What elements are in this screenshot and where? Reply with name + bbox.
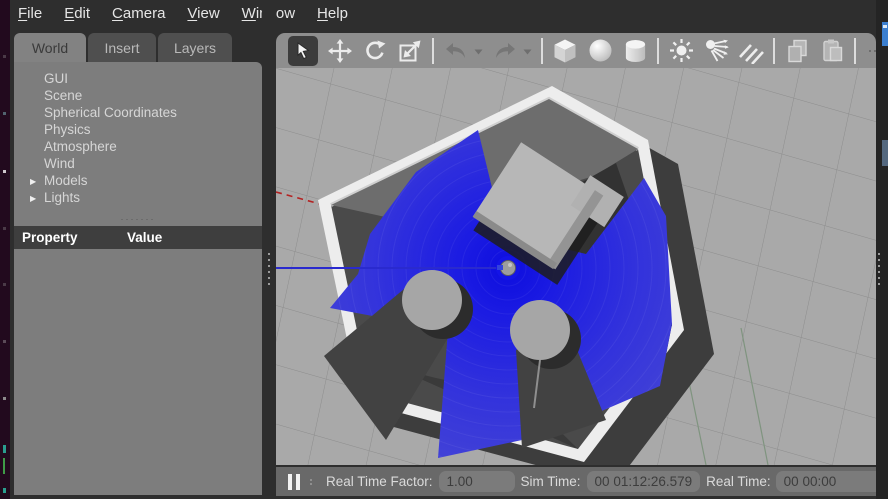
insert-directional-light-button[interactable] xyxy=(738,38,764,64)
right-splitter-grip-icon[interactable] xyxy=(878,253,880,285)
sim-time-value: 00 01:12:26.579 xyxy=(586,471,701,492)
render-canvas[interactable] xyxy=(276,68,876,465)
minimap-mark xyxy=(3,488,6,493)
cylinder-icon xyxy=(625,39,645,62)
column-property: Property xyxy=(22,230,78,245)
sim-time-label: Sim Time: xyxy=(520,474,581,489)
toolbar-separator xyxy=(773,37,775,64)
tree-item-atmosphere[interactable]: Atmosphere xyxy=(14,138,262,155)
right-window-edge xyxy=(876,0,888,499)
toolbar-separator xyxy=(657,37,659,64)
expand-arrow-icon[interactable]: ▶ xyxy=(30,173,36,190)
screen: File Edit Camera View Window Help World … xyxy=(0,0,888,499)
paste-icon xyxy=(822,39,842,61)
menu-help[interactable]: Help xyxy=(317,5,348,22)
sphere-icon xyxy=(589,39,611,62)
undo-history-button[interactable] xyxy=(474,42,483,60)
column-value: Value xyxy=(127,230,163,245)
translate-tool-button[interactable] xyxy=(327,38,353,64)
caret-down-icon xyxy=(474,49,483,54)
toolbar-separator xyxy=(541,37,543,64)
tree-item-physics[interactable]: Physics xyxy=(14,121,262,138)
rotate-tool-button[interactable] xyxy=(362,38,388,64)
real-time-label: Real Time: xyxy=(706,474,771,489)
property-table-header: Property Value xyxy=(14,226,262,249)
minimap-mark xyxy=(3,55,6,58)
gazebo-window: File Edit Camera View Window Help World … xyxy=(10,0,876,499)
tab-layers[interactable]: Layers xyxy=(158,33,232,62)
undo-button[interactable] xyxy=(443,38,469,64)
insert-cylinder-button[interactable] xyxy=(622,38,648,64)
background-icon-fragment xyxy=(882,22,888,46)
redo-history-button[interactable] xyxy=(523,42,532,60)
directional-light-icon xyxy=(739,43,764,64)
insert-point-light-button[interactable] xyxy=(668,38,694,64)
toolbar-separator xyxy=(854,37,856,64)
real-time-factor-value[interactable]: 1.00 xyxy=(438,471,515,492)
menubar: File Edit Camera View Window Help xyxy=(10,0,876,27)
spot-light-icon xyxy=(705,39,729,62)
redo-button[interactable] xyxy=(492,38,518,64)
cube-icon xyxy=(554,39,576,62)
select-tool-button[interactable] xyxy=(288,35,318,66)
minimap-mark xyxy=(3,283,6,286)
background-block-fragment xyxy=(882,140,888,166)
undo-icon xyxy=(446,42,465,58)
tab-insert[interactable]: Insert xyxy=(88,33,156,62)
splitter-grip-icon[interactable] xyxy=(268,253,270,285)
insert-box-button[interactable] xyxy=(552,38,578,64)
scale-icon xyxy=(399,40,421,61)
world-panel: GUI Scene Spherical Coordinates Physics … xyxy=(14,62,262,495)
caret-down-icon xyxy=(523,49,532,54)
background-window-edge xyxy=(0,0,10,499)
robot[interactable] xyxy=(496,256,520,280)
real-time-factor-label: Real Time Factor: xyxy=(326,474,433,489)
scale-tool-button[interactable] xyxy=(397,38,423,64)
tree-item-lights[interactable]: ▶ Lights xyxy=(14,189,262,206)
rotate-icon xyxy=(366,40,386,59)
minimap-mark xyxy=(3,445,6,453)
copy-button[interactable] xyxy=(784,38,810,64)
menu-camera[interactable]: Camera xyxy=(112,5,165,22)
menu-file[interactable]: File xyxy=(18,5,42,22)
real-time-value: 00 00:00 xyxy=(775,471,876,492)
minimap-mark xyxy=(3,458,5,474)
world-tree: GUI Scene Spherical Coordinates Physics … xyxy=(14,62,262,206)
tree-item-gui[interactable]: GUI xyxy=(14,70,262,87)
minimap-mark xyxy=(3,227,6,230)
tree-item-wind[interactable]: Wind xyxy=(14,155,262,172)
point-light-icon xyxy=(669,39,693,62)
tree-item-spherical-coordinates[interactable]: Spherical Coordinates xyxy=(14,104,262,121)
redo-icon xyxy=(496,42,515,58)
tree-item-scene[interactable]: Scene xyxy=(14,87,262,104)
menu-view[interactable]: View xyxy=(187,5,219,22)
minimap-mark xyxy=(3,112,6,115)
tree-item-models[interactable]: ▶ Models xyxy=(14,172,262,189)
move-icon xyxy=(328,38,352,63)
menu-edit[interactable]: Edit xyxy=(64,5,90,22)
copy-icon xyxy=(787,39,807,62)
viewport-column xyxy=(276,33,876,465)
cursor-icon xyxy=(297,41,310,59)
insert-spot-light-button[interactable] xyxy=(703,38,729,64)
panel-splitter-handle[interactable]: ······· xyxy=(14,214,262,226)
minimap-mark xyxy=(3,340,6,343)
panel-viewport-splitter[interactable] xyxy=(262,0,276,499)
toolbar-separator xyxy=(432,37,434,64)
statusbar-grip-icon xyxy=(310,478,312,485)
sidebar-tabs: World Insert Layers xyxy=(14,33,232,62)
minimap-mark xyxy=(3,170,6,173)
toolbar-overflow-grip[interactable] xyxy=(869,49,876,52)
pause-button[interactable] xyxy=(288,473,300,490)
tab-world[interactable]: World xyxy=(14,33,86,62)
minimap-mark xyxy=(3,397,6,400)
render-toolbar xyxy=(276,33,876,68)
paste-button[interactable] xyxy=(819,38,845,64)
insert-sphere-button[interactable] xyxy=(587,38,613,64)
simulation-statusbar: Real Time Factor: 1.00 Sim Time: 00 01:1… xyxy=(276,467,876,496)
expand-arrow-icon[interactable]: ▶ xyxy=(30,190,36,207)
